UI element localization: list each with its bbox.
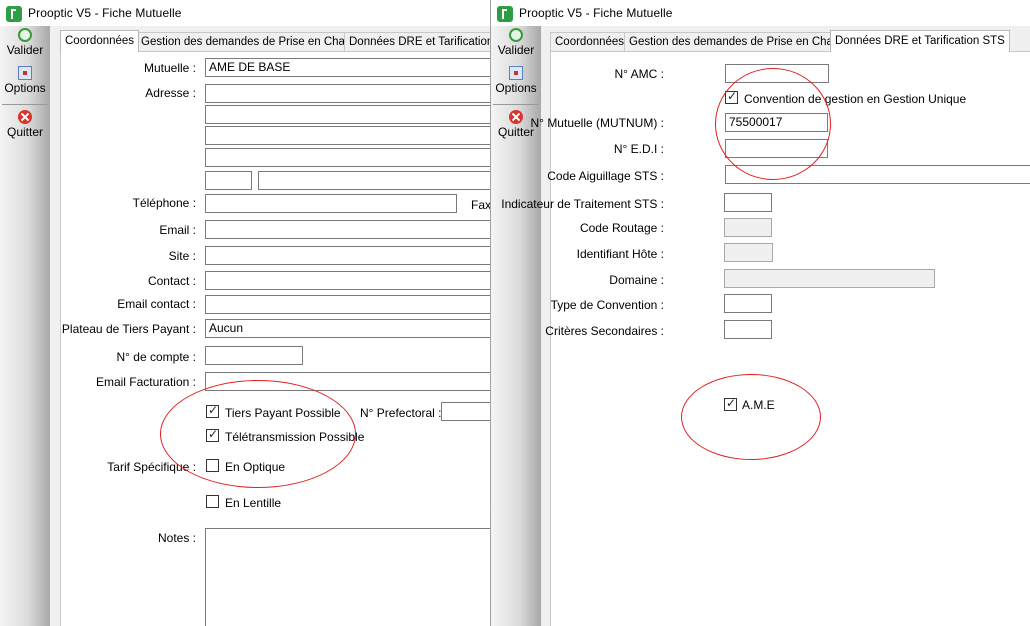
identifiant-hote-label: Identifiant Hôte : xyxy=(576,247,664,261)
prooptic-app-icon xyxy=(6,6,22,22)
email-contact-label: Email contact : xyxy=(117,297,196,311)
criteres-secondaires-field[interactable] xyxy=(724,320,772,339)
valider-icon xyxy=(18,28,32,42)
code-routage-label: Code Routage : xyxy=(579,221,664,235)
indicateur-traitement-field[interactable] xyxy=(724,193,772,212)
plateau-tiers-payant-select[interactable]: Aucun xyxy=(205,319,490,338)
tab-bar: Coordonnées Gestion des demandes de Pris… xyxy=(550,30,1030,52)
red-highlight-circle xyxy=(160,380,356,488)
close-icon xyxy=(18,110,32,124)
edi-label: N° E.D.I : xyxy=(613,142,664,156)
telephone-field[interactable] xyxy=(205,194,457,213)
red-highlight-circle xyxy=(715,68,831,180)
en-lentille-checkbox[interactable] xyxy=(206,495,219,508)
plateau-tiers-payant-label: Plateau de Tiers Payant : xyxy=(61,322,196,336)
ville-field[interactable] xyxy=(258,171,490,190)
telephone-label: Téléphone : xyxy=(132,196,196,210)
site-field[interactable] xyxy=(205,246,490,265)
tab-prise-en-charge[interactable]: Gestion des demandes de Prise en Charge xyxy=(624,32,855,51)
valider-label: Valider xyxy=(497,43,535,57)
prefectoral-label: N° Prefectoral : xyxy=(360,406,442,420)
options-icon xyxy=(18,66,32,80)
title-bar: Prooptic V5 - Fiche Mutuelle xyxy=(491,0,1030,26)
adresse-line-4[interactable] xyxy=(205,148,490,167)
domaine-field xyxy=(724,269,935,288)
adresse-line-3[interactable] xyxy=(205,126,490,145)
type-convention-field[interactable] xyxy=(724,294,772,313)
code-postal-field[interactable] xyxy=(205,171,252,190)
notes-label: Notes : xyxy=(157,531,196,545)
valider-icon xyxy=(509,28,523,42)
window-title: Prooptic V5 - Fiche Mutuelle xyxy=(519,6,673,20)
tab-bar: Coordonnées Gestion des demandes de Pris… xyxy=(60,30,490,52)
valider-label: Valider xyxy=(6,43,44,57)
mutuelle-label: Mutuelle : xyxy=(143,61,196,75)
adresse-line-2[interactable] xyxy=(205,105,490,124)
tab-prise-en-charge[interactable]: Gestion des demandes de Prise en Charge xyxy=(136,32,367,51)
quitter-label: Quitter xyxy=(497,125,534,139)
criteres-secondaires-label: Critères Secondaires : xyxy=(545,324,664,338)
window-fiche-mutuelle-dre: Prooptic V5 - Fiche Mutuelle Valider Opt… xyxy=(490,0,1030,626)
type-convention-label: Type de Convention : xyxy=(550,298,664,312)
prefectoral-field[interactable] xyxy=(441,402,490,421)
tab-dre-tarification[interactable]: Données DRE et Tarification STS xyxy=(830,30,1010,52)
title-bar: Prooptic V5 - Fiche Mutuelle xyxy=(0,0,490,26)
numero-compte-label: N° de compte : xyxy=(116,350,197,364)
quitter-button[interactable]: Quitter xyxy=(0,110,50,139)
mutnum-label: N° Mutuelle (MUTNUM) : xyxy=(530,116,664,130)
contact-field[interactable] xyxy=(205,271,490,290)
sidebar-divider xyxy=(493,104,539,105)
tab-coordonnees[interactable]: Coordonnées xyxy=(550,32,630,51)
en-lentille-label: En Lentille xyxy=(225,496,282,510)
action-sidebar: Valider Options Quitter xyxy=(0,26,50,626)
email-contact-field[interactable] xyxy=(205,295,490,314)
window-title: Prooptic V5 - Fiche Mutuelle xyxy=(28,6,182,20)
options-label: Options xyxy=(4,81,46,95)
tab-dre-tarification[interactable]: Données DRE et Tarification STS xyxy=(344,32,490,51)
amc-label: N° AMC : xyxy=(614,67,664,81)
code-aiguillage-label: Code Aiguillage STS : xyxy=(547,169,664,183)
contact-label: Contact : xyxy=(147,274,196,288)
domaine-label: Domaine : xyxy=(609,273,664,287)
valider-button[interactable]: Valider xyxy=(491,28,541,57)
email-facturation-label: Email Facturation : xyxy=(95,375,196,389)
adresse-line-1[interactable] xyxy=(205,84,490,103)
options-label: Options xyxy=(495,81,537,95)
email-label: Email : xyxy=(159,223,196,237)
mutuelle-field[interactable]: AME DE BASE xyxy=(205,58,490,77)
options-button[interactable]: Options xyxy=(0,66,50,95)
options-icon xyxy=(509,66,523,80)
red-highlight-circle xyxy=(681,374,821,460)
coordonnees-panel: Mutuelle : AME DE BASE Adresse : Télépho… xyxy=(60,51,490,626)
quitter-label: Quitter xyxy=(6,125,43,139)
sidebar-divider xyxy=(2,104,48,105)
tab-coordonnees[interactable]: Coordonnées xyxy=(60,30,140,52)
email-field[interactable] xyxy=(205,220,490,239)
adresse-label: Adresse : xyxy=(145,86,196,100)
fax-label: Fax xyxy=(471,198,490,212)
code-routage-field xyxy=(724,218,772,237)
prooptic-app-icon xyxy=(497,6,513,22)
identifiant-hote-field xyxy=(724,243,773,262)
window-fiche-mutuelle-coordonnees: Prooptic V5 - Fiche Mutuelle Valider Opt… xyxy=(0,0,490,626)
numero-compte-field[interactable] xyxy=(205,346,303,365)
close-icon xyxy=(509,110,523,124)
options-button[interactable]: Options xyxy=(491,66,541,95)
indicateur-traitement-label: Indicateur de Traitement STS : xyxy=(501,197,664,211)
valider-button[interactable]: Valider xyxy=(0,28,50,57)
notes-textarea[interactable] xyxy=(205,528,490,626)
site-label: Site : xyxy=(168,249,196,263)
